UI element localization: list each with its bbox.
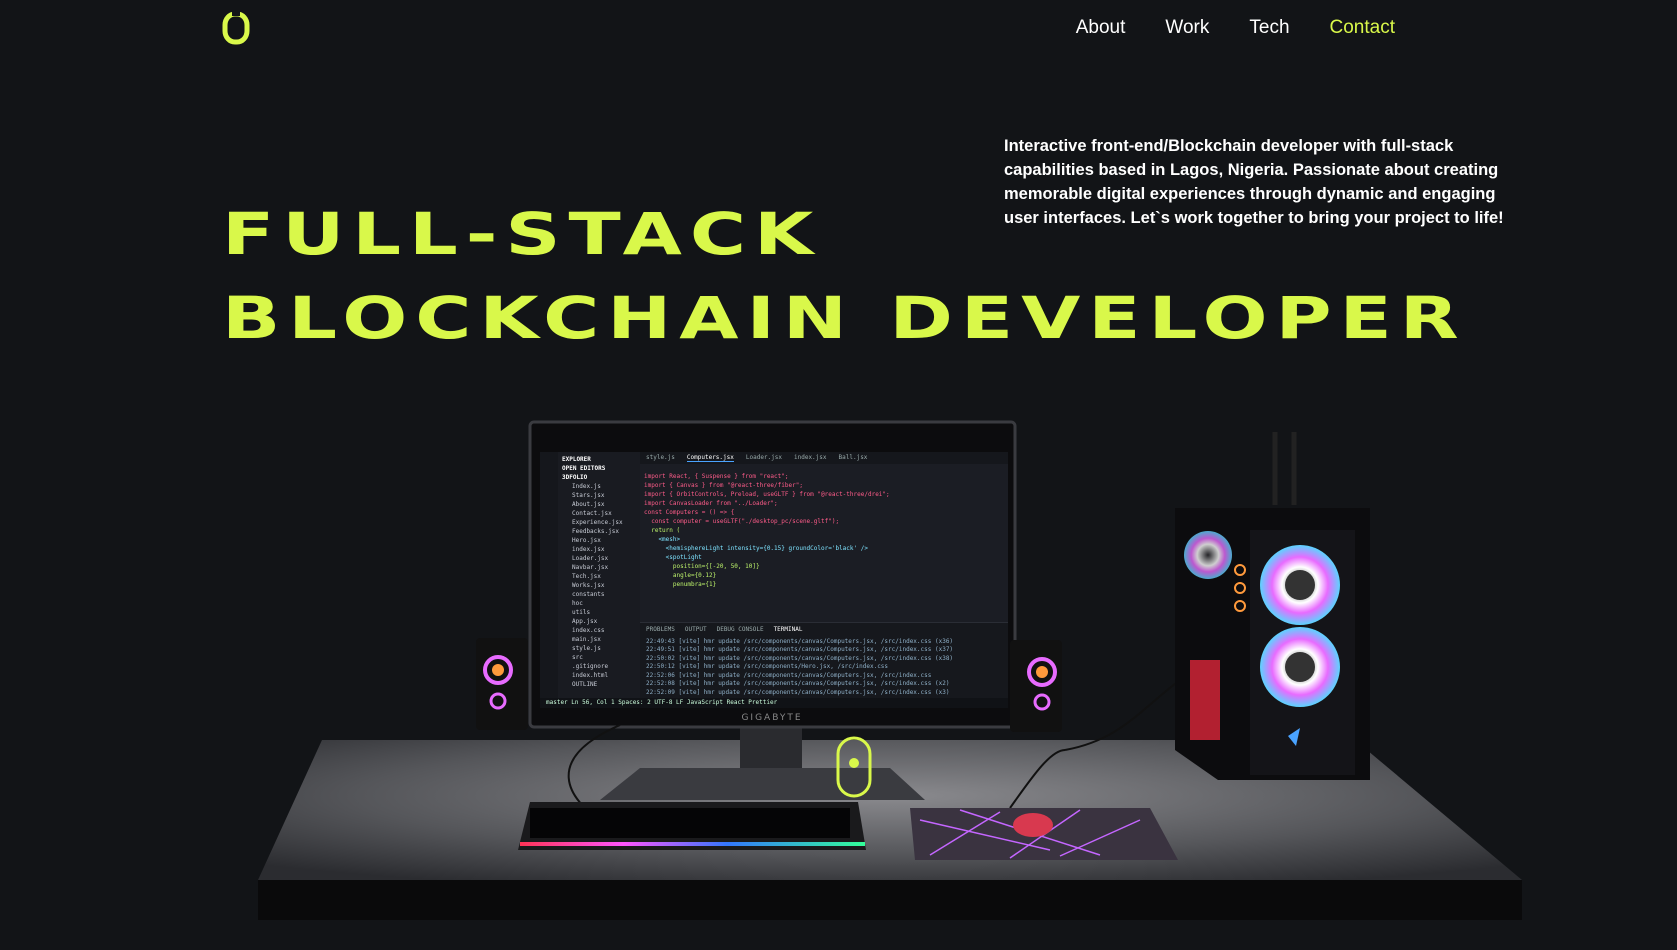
explorer-title: EXPLORER: [562, 456, 591, 463]
explorer-file: constants: [572, 591, 605, 598]
code-line: import { OrbitControls, Preload, useGLTF…: [644, 491, 890, 498]
nav-contact[interactable]: Contact: [1330, 17, 1395, 39]
explorer-file: index.html: [572, 672, 609, 679]
code-line: <spotLight: [644, 554, 702, 561]
editor-tab: style.js: [646, 454, 675, 461]
code-line: penumbra={1}: [644, 581, 717, 588]
panel-tab: TERMINAL: [773, 626, 803, 633]
editor-tab: Computers.jsx: [686, 454, 734, 462]
panel-tab: PROBLEMS: [646, 626, 675, 633]
explorer-file: OUTLINE: [572, 681, 598, 688]
file-explorer: EXPLORER OPEN EDITORS 3DFOLIO Index.js St…: [558, 452, 640, 708]
open-editors: OPEN EDITORS: [562, 465, 606, 472]
explorer-file: Navbar.jsx: [572, 564, 609, 571]
monitor-brand: GIGABYTE: [741, 713, 802, 723]
explorer-file: index.css: [572, 627, 605, 634]
desk-scene-canvas[interactable]: GIGABYTE EXPLORER OPEN EDITORS 3DFOLIO I…: [0, 380, 1677, 950]
code-line: position={[-20, 50, 10]}: [644, 563, 760, 570]
terminal-panel: PROBLEMS OUTPUT DEBUG CONSOLE TERMINAL 22:4…: [640, 622, 1008, 698]
explorer-file: Feedbacks.jsx: [572, 528, 619, 535]
explorer-file: main.jsx: [572, 636, 601, 643]
explorer-file: src: [572, 654, 583, 661]
project-name: 3DFOLIO: [562, 474, 588, 481]
explorer-file: Tech.jsx: [572, 573, 601, 580]
explorer-file: About.jsx: [572, 501, 605, 508]
logo-icon[interactable]: [222, 10, 250, 46]
explorer-file: Hero.jsx: [572, 537, 601, 544]
activity-bar: [540, 452, 558, 708]
code-line: <hemisphereLight intensity={0.15} ground…: [644, 545, 868, 552]
code-line: import { Canvas } from "@react-three/fib…: [644, 482, 803, 489]
status-bar: master Ln 56, Col 1 Spaces: 2 UTF-8 LF J…: [540, 698, 1008, 708]
explorer-file: hoc: [572, 600, 583, 607]
explorer-file: Experience.jsx: [572, 519, 623, 526]
explorer-file: style.js: [572, 645, 601, 652]
code-line: const Computers = () => {: [644, 509, 735, 516]
explorer-file: Index.js: [572, 483, 601, 490]
right-speaker: [1010, 640, 1062, 732]
nav-tech[interactable]: Tech: [1249, 17, 1289, 39]
code-line: <mesh>: [644, 536, 681, 543]
explorer-file: Contact.jsx: [572, 510, 612, 517]
terminal-line: 22:52:08 [vite] hmr update /src/componen…: [646, 680, 950, 687]
editor-tab: index.jsx: [794, 454, 827, 461]
editor-tab: Loader.jsx: [745, 454, 782, 461]
nav-about[interactable]: About: [1076, 17, 1126, 39]
editor-tab: Ball.jsx: [838, 454, 868, 461]
terminal-line: 22:52:09 [vite] hmr update /src/componen…: [646, 688, 950, 696]
explorer-file: Works.jsx: [572, 582, 605, 589]
terminal-line: 22:49:51 [vite] hmr update /src/componen…: [646, 646, 954, 653]
code-line: import React, { Suspense } from "react";: [644, 473, 789, 480]
mouse: [1013, 813, 1053, 837]
desk-edge: [258, 880, 1522, 920]
headline-line-2: BLOCKCHAIN DEVELOPER: [222, 284, 1467, 352]
explorer-file: utils: [572, 609, 591, 616]
code-line: angle={0.12}: [644, 572, 717, 579]
panel-tab: DEBUG CONSOLE: [716, 626, 764, 633]
terminal-line: 22:50:12 [vite] hmr update /src/componen…: [646, 663, 889, 670]
code-line: import CanvasLoader from "../Loader";: [644, 500, 778, 507]
code-editor-screen: EXPLORER OPEN EDITORS 3DFOLIO Index.js St…: [540, 452, 1008, 708]
explorer-file: index.jsx: [572, 546, 605, 553]
code-line: const computer = useGLTF("./desktop_pc/s…: [644, 518, 840, 525]
panel-tab: OUTPUT: [684, 626, 707, 633]
hero-intro: Interactive front-end/Blockchain develop…: [1004, 137, 1504, 227]
editor-tabs: style.js Computers.jsx Loader.jsx index.jsx…: [640, 452, 1008, 464]
explorer-file: Stars.jsx: [572, 492, 605, 499]
nav-work[interactable]: Work: [1165, 17, 1209, 39]
terminal-line: 22:52:06 [vite] hmr update /src/componen…: [646, 671, 932, 679]
code-line: return (: [644, 527, 681, 534]
terminal-line: 22:50:02 [vite] hmr update /src/componen…: [646, 654, 954, 662]
terminal-line: 22:49:43 [vite] hmr update /src/componen…: [646, 637, 954, 645]
explorer-file: Loader.jsx: [572, 555, 609, 562]
main-nav: About Work Tech Contact: [1076, 17, 1395, 39]
explorer-file: .gitignore: [572, 663, 609, 670]
code-area: import React, { Suspense } from "react";…: [644, 472, 998, 622]
explorer-file: App.jsx: [572, 618, 598, 625]
